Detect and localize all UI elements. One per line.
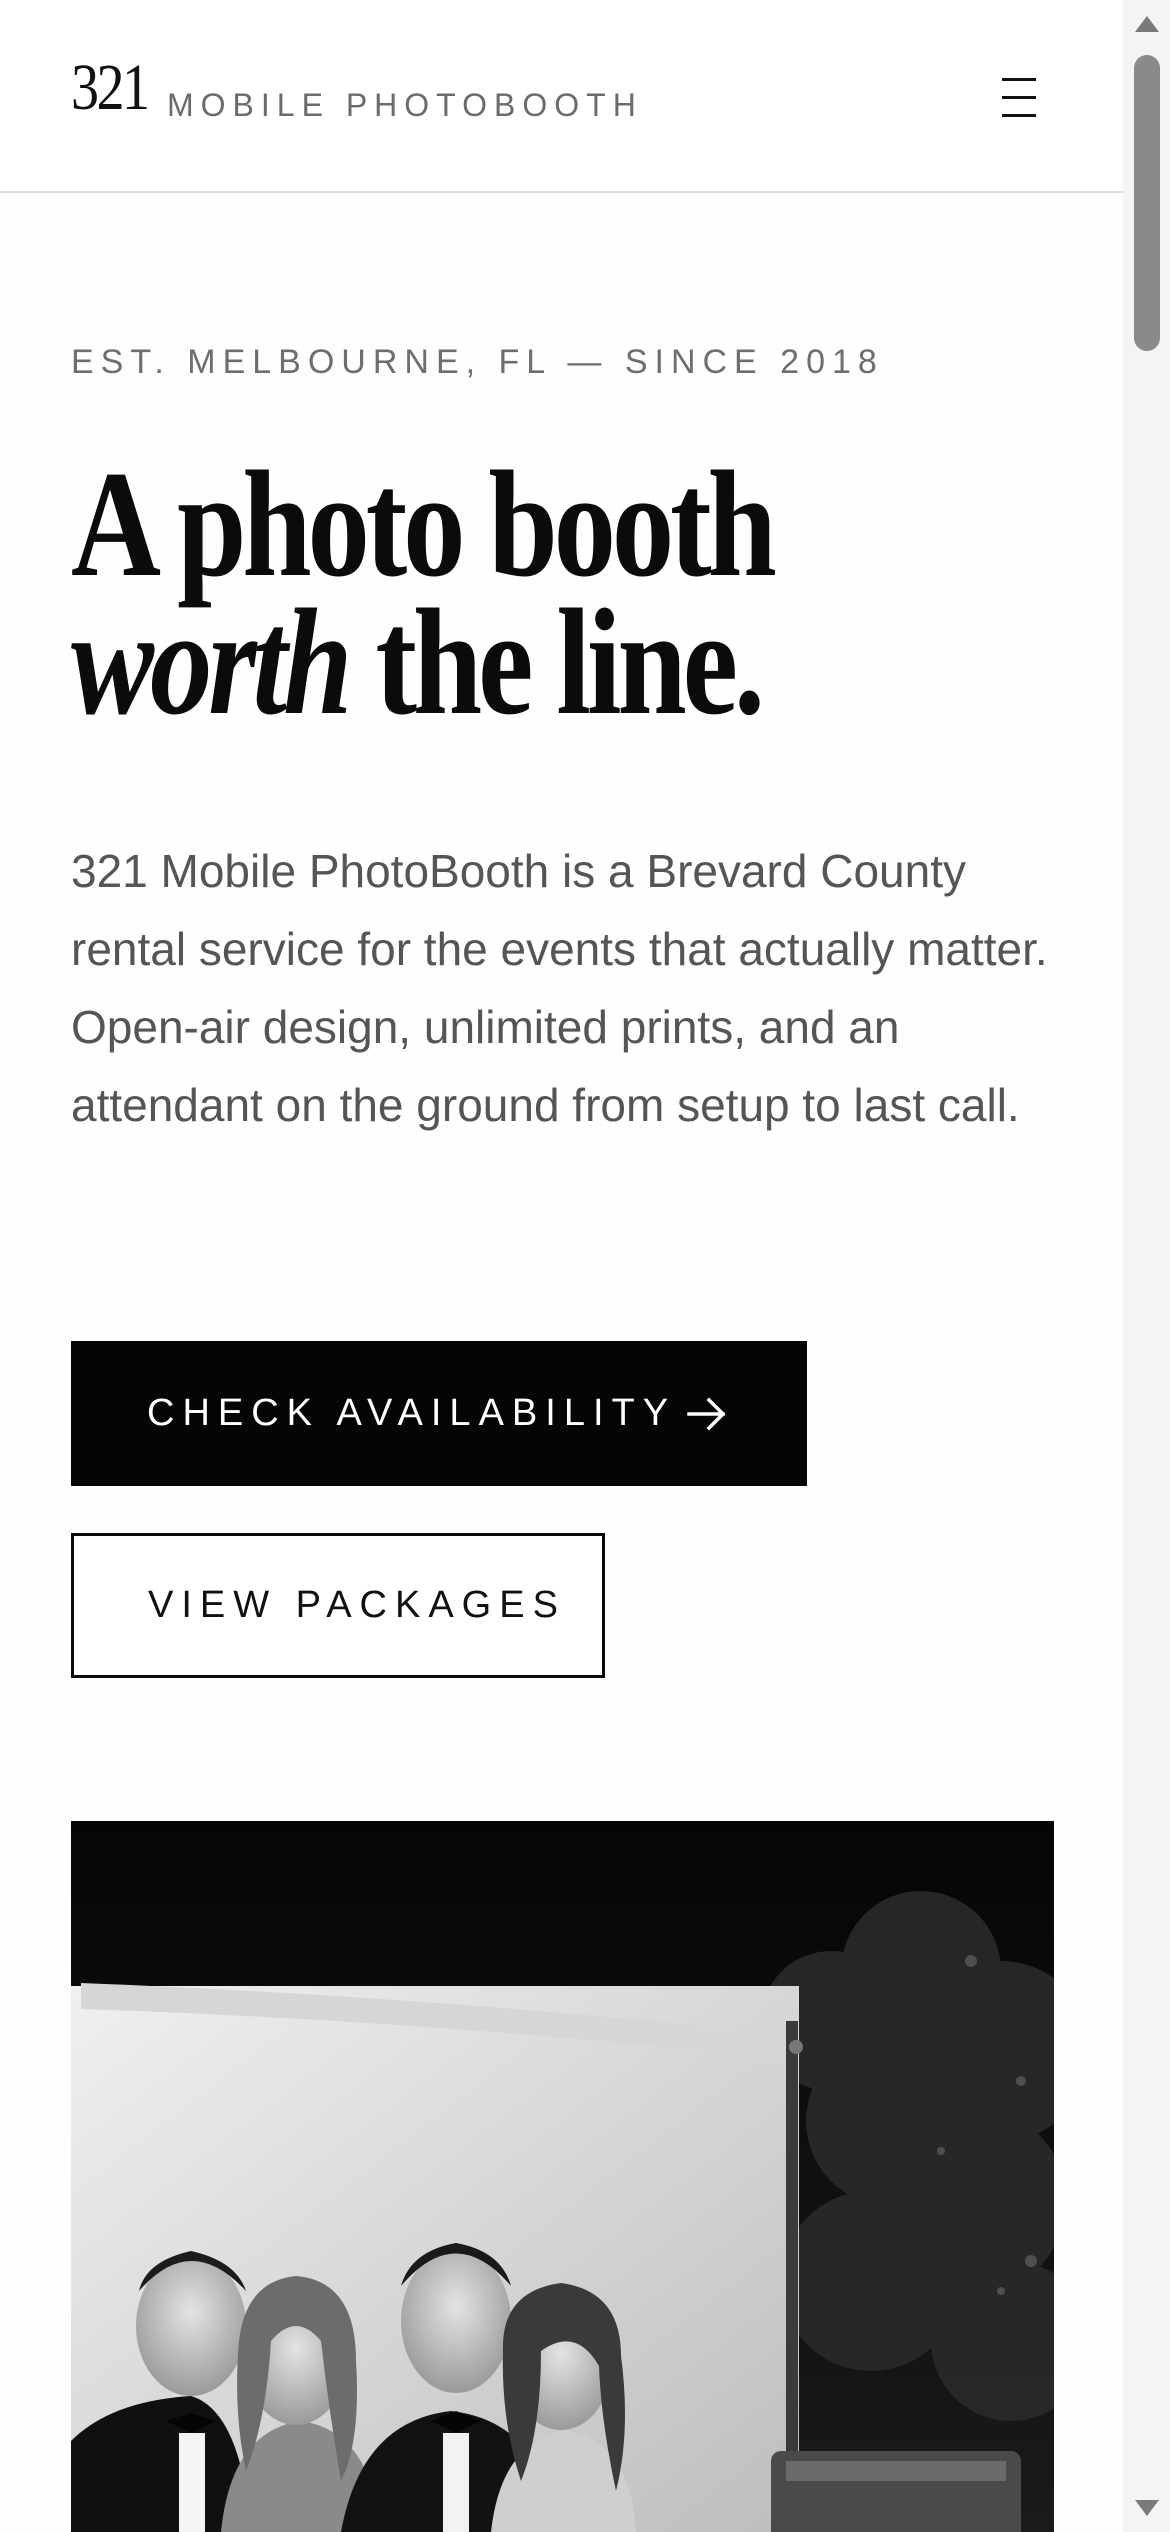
hero-headline: A photo booth worth the line.	[71, 440, 777, 738]
hamburger-menu-icon[interactable]	[990, 70, 1048, 124]
headline-italic-word: worth	[71, 578, 353, 746]
hero-photo	[71, 1821, 1054, 2532]
photo-booth-guests-image	[71, 1821, 1054, 2532]
logo-number[interactable]: 321	[71, 55, 150, 121]
view-packages-button[interactable]: VIEW PACKAGES	[71, 1533, 605, 1678]
page: 321 MOBILE PHOTOBOOTH EST. MELBOURNE, FL…	[0, 0, 1123, 2532]
scrollbar-thumb[interactable]	[1134, 55, 1160, 351]
scroll-up-arrow-icon[interactable]	[1133, 10, 1161, 38]
menu-line	[1002, 114, 1036, 117]
headline-line-1: A photo booth	[71, 440, 777, 608]
logo-text[interactable]: MOBILE PHOTOBOOTH	[167, 89, 643, 121]
arrow-right-icon	[687, 1397, 726, 1430]
headline-line-2-rest: the line.	[348, 578, 765, 746]
hero-eyebrow: EST. MELBOURNE, FL — SINCE 2018	[71, 343, 884, 381]
hero-description: 321 Mobile PhotoBooth is a Brevard Count…	[71, 845, 1048, 1131]
view-packages-label: VIEW PACKAGES	[148, 1584, 566, 1626]
site-header: 321 MOBILE PHOTOBOOTH	[0, 0, 1123, 193]
check-availability-button[interactable]: CHECK AVAILABILITY	[71, 1341, 807, 1486]
headline-line-2: worth the line.	[71, 586, 773, 738]
scrollbar[interactable]	[1123, 0, 1170, 2532]
menu-line	[1002, 78, 1036, 81]
scroll-down-arrow-icon[interactable]	[1133, 2494, 1161, 2522]
menu-line	[1002, 96, 1036, 99]
check-availability-label: CHECK AVAILABILITY	[147, 1392, 677, 1434]
